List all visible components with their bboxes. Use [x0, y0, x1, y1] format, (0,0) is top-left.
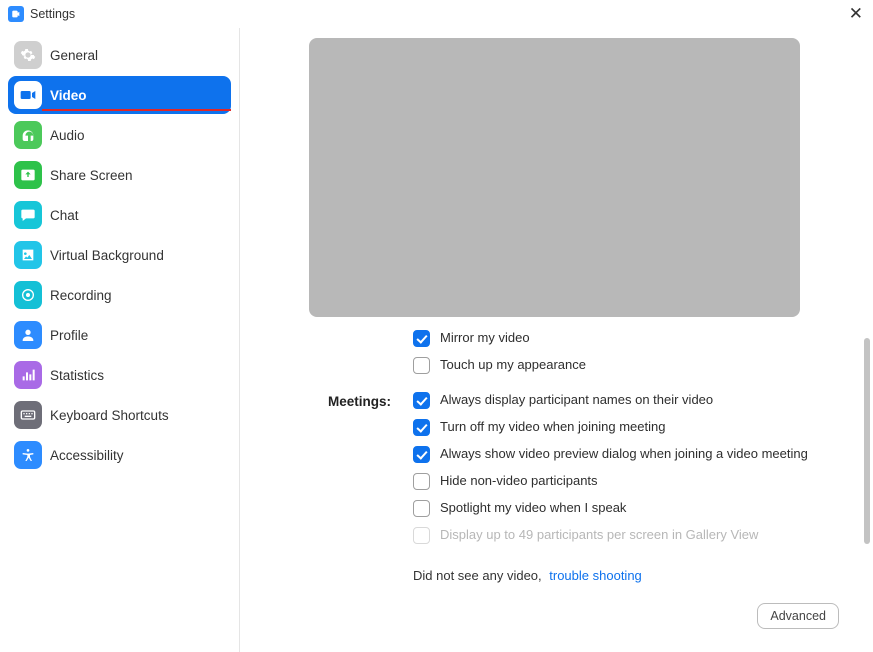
sidebar-item-label: Video: [50, 88, 87, 103]
video-preview: [309, 38, 800, 317]
sidebar-item-label: Virtual Background: [50, 248, 164, 263]
app-icon: [8, 6, 24, 22]
option-touch-up[interactable]: Touch up my appearance: [413, 357, 843, 374]
content-wrap: General Video Audio Share Screen Chat Vi…: [0, 28, 873, 652]
option-label: Spotlight my video when I speak: [440, 500, 626, 515]
gear-icon: [14, 41, 42, 69]
chat-icon: [14, 201, 42, 229]
sidebar-item-video[interactable]: Video: [8, 76, 231, 114]
close-icon[interactable]: ✕: [849, 5, 863, 22]
sidebar-item-label: Accessibility: [50, 448, 124, 463]
option-spotlight-when-speak[interactable]: Spotlight my video when I speak: [413, 500, 843, 517]
option-always-display-names[interactable]: Always display participant names on thei…: [413, 392, 843, 409]
checkbox[interactable]: [413, 330, 430, 347]
option-label: Mirror my video: [440, 330, 530, 345]
sidebar-item-accessibility[interactable]: Accessibility: [8, 436, 231, 474]
headphones-icon: [14, 121, 42, 149]
sidebar-item-general[interactable]: General: [8, 36, 231, 74]
virtual-background-icon: [14, 241, 42, 269]
titlebar: Settings ✕: [0, 0, 873, 28]
option-label: Always display participant names on thei…: [440, 392, 713, 407]
sidebar-item-label: General: [50, 48, 98, 63]
option-label: Turn off my video when joining meeting: [440, 419, 665, 434]
option-label: Display up to 49 participants per screen…: [440, 527, 758, 542]
sidebar-item-audio[interactable]: Audio: [8, 116, 231, 154]
option-label: Hide non-video participants: [440, 473, 598, 488]
troubleshoot-link[interactable]: trouble shooting: [549, 568, 642, 583]
sidebar: General Video Audio Share Screen Chat Vi…: [0, 28, 240, 652]
option-turn-off-on-join[interactable]: Turn off my video when joining meeting: [413, 419, 843, 436]
option-mirror-my-video[interactable]: Mirror my video: [413, 330, 843, 347]
sidebar-item-keyboard-shortcuts[interactable]: Keyboard Shortcuts: [8, 396, 231, 434]
window-title: Settings: [30, 7, 75, 21]
option-always-show-preview[interactable]: Always show video preview dialog when jo…: [413, 446, 843, 463]
checkbox[interactable]: [413, 419, 430, 436]
sidebar-item-label: Recording: [50, 288, 112, 303]
sidebar-item-chat[interactable]: Chat: [8, 196, 231, 234]
sidebar-item-label: Share Screen: [50, 168, 133, 183]
sidebar-item-share-screen[interactable]: Share Screen: [8, 156, 231, 194]
sidebar-item-label: Statistics: [50, 368, 104, 383]
sidebar-item-label: Profile: [50, 328, 88, 343]
sidebar-item-label: Chat: [50, 208, 79, 223]
checkbox[interactable]: [413, 357, 430, 374]
statistics-icon: [14, 361, 42, 389]
options-area: Mirror my video Touch up my appearance A…: [413, 330, 843, 554]
share-screen-icon: [14, 161, 42, 189]
scrollbar-thumb[interactable]: [864, 338, 870, 544]
option-label: Always show video preview dialog when jo…: [440, 446, 808, 461]
accessibility-icon: [14, 441, 42, 469]
troubleshoot-prefix: Did not see any video,: [413, 568, 542, 583]
sidebar-item-label: Keyboard Shortcuts: [50, 408, 169, 423]
meetings-section-label: Meetings:: [328, 394, 391, 409]
video-icon: [14, 81, 42, 109]
sidebar-item-recording[interactable]: Recording: [8, 276, 231, 314]
keyboard-icon: [14, 401, 42, 429]
option-label: Touch up my appearance: [440, 357, 586, 372]
sidebar-item-profile[interactable]: Profile: [8, 316, 231, 354]
record-icon: [14, 281, 42, 309]
checkbox[interactable]: [413, 446, 430, 463]
sidebar-item-virtual-background[interactable]: Virtual Background: [8, 236, 231, 274]
sidebar-item-statistics[interactable]: Statistics: [8, 356, 231, 394]
advanced-button[interactable]: Advanced: [757, 603, 839, 629]
sidebar-item-label: Audio: [50, 128, 85, 143]
checkbox: [413, 527, 430, 544]
checkbox[interactable]: [413, 500, 430, 517]
checkbox[interactable]: [413, 392, 430, 409]
troubleshoot-text: Did not see any video, trouble shooting: [413, 568, 642, 583]
option-hide-non-video[interactable]: Hide non-video participants: [413, 473, 843, 490]
checkbox[interactable]: [413, 473, 430, 490]
option-gallery-49: Display up to 49 participants per screen…: [413, 527, 843, 544]
main-panel: Meetings: Mirror my video Touch up my ap…: [240, 28, 873, 652]
profile-icon: [14, 321, 42, 349]
